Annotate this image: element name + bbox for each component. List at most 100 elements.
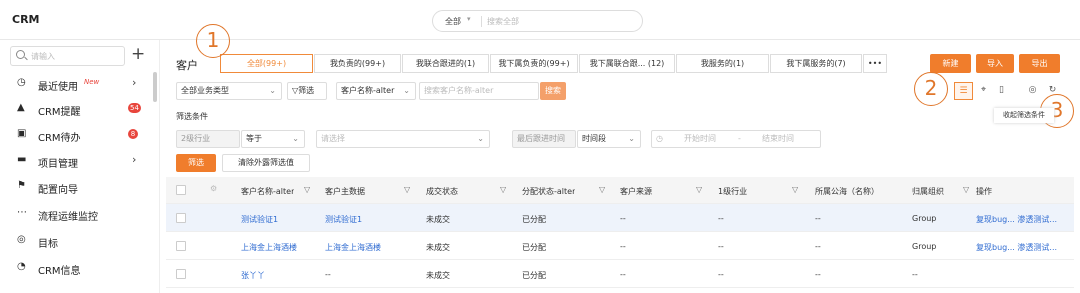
callout-1: 1 [196, 24, 230, 58]
sidebar-item-label: 流程运维监控 [38, 212, 98, 223]
tab-sub-mine[interactable]: 我下属负责的(99+) [490, 54, 578, 73]
end-date: 结束时间 [762, 134, 794, 143]
main-panel: 客户 全部(99+) 我负责的(99+) 我联合跟进的(1) 我下属负责的(99… [166, 24, 1074, 293]
table-row[interactable]: 测试验证1 测试验证1 未成交 已分配 -- -- -- Group 复现bug… [166, 204, 1074, 232]
customer-name-link[interactable]: 上海金上海酒楼 [241, 242, 297, 253]
tab-joint[interactable]: 我联合跟进的(1) [402, 54, 489, 73]
tab-all[interactable]: 全部(99+) [220, 54, 313, 73]
row-actions[interactable]: 复现bug... 渗透测试... [976, 242, 1072, 253]
sidebar-item-todo[interactable]: ▣ CRM待办 8 [0, 123, 152, 147]
book-icon[interactable]: ▯ [992, 82, 1011, 100]
filter-icon[interactable]: ▽ [500, 185, 506, 194]
chevron-down-icon: ⌄ [292, 134, 299, 143]
condition-op-1[interactable]: 等于 ⌄ [241, 130, 305, 148]
col-header[interactable]: 1级行业 [718, 186, 747, 197]
sidebar-search-input[interactable]: 请输入 [10, 46, 125, 66]
col-header[interactable]: 客户主数据 [325, 186, 365, 197]
row-checkbox[interactable] [176, 241, 186, 251]
search-button[interactable]: 搜索 [540, 82, 566, 100]
col-header[interactable]: 成交状态 [426, 186, 458, 197]
chevron-down-icon: ⌄ [477, 134, 484, 143]
sidebar-item-reminder[interactable]: ▲ CRM提醒 54 [0, 97, 152, 121]
op-value: 等于 [246, 134, 262, 143]
col-header[interactable]: 归属组织 [912, 186, 944, 197]
filter-icon[interactable]: ▽ [963, 185, 969, 194]
row-actions[interactable]: 复现bug... 渗透测试... [976, 214, 1072, 225]
app-logo: CRM [12, 13, 40, 26]
clock-icon: ◷ [17, 77, 26, 88]
chevron-down-icon: ⌄ [628, 134, 635, 143]
field-select[interactable]: 客户名称-alter ⌄ [336, 82, 416, 100]
sidebar-item-label: CRM信息 [38, 266, 81, 277]
customer-name-link[interactable]: 测试验证1 [241, 214, 278, 225]
tab-sub-joint[interactable]: 我下属联合跟... (12) [579, 54, 675, 73]
col-header[interactable]: 所属公海（名称） [815, 186, 879, 197]
sidebar-item-info[interactable]: ◔ CRM信息 [0, 256, 152, 280]
value-placeholder: 请选择 [321, 134, 345, 143]
location-icon[interactable]: ⌖ [974, 82, 993, 100]
deal-status: 未成交 [426, 271, 450, 280]
sidebar-search-placeholder: 请输入 [31, 52, 55, 61]
row-checkbox[interactable] [176, 269, 186, 279]
filter-button[interactable]: ▽筛选 [287, 82, 327, 100]
sidebar-item-project[interactable]: ▬ 项目管理 › [0, 149, 152, 173]
col-header[interactable]: 客户名称-alter [241, 186, 294, 197]
filter-icon[interactable]: ▽ [696, 185, 702, 194]
table-row[interactable]: 张丫丫 -- 未成交 已分配 -- -- -- -- [166, 260, 1074, 288]
condition-op-2[interactable]: 时间段 ⌄ [577, 130, 641, 148]
count-badge: 8 [128, 129, 138, 139]
settings-icon[interactable]: ◎ [1023, 82, 1042, 100]
global-search[interactable]: 全部 ▾ 搜索全部 [432, 10, 643, 32]
chevron-down-icon: ▾ [467, 15, 471, 23]
filter-icon[interactable]: ▽ [304, 185, 310, 194]
add-button[interactable]: + [131, 44, 145, 64]
org: Group [912, 214, 937, 223]
list-view-icon[interactable]: ☰ [954, 82, 973, 100]
tab-more[interactable]: ••• [863, 54, 887, 73]
col-header: 操作 [976, 187, 992, 196]
customer-search-input[interactable]: 搜索客户名称-alter [419, 82, 539, 100]
column-settings-icon[interactable]: ⚙ [210, 184, 217, 193]
filter-icon[interactable]: ▽ [599, 185, 605, 194]
export-button[interactable]: 导出 [1019, 54, 1060, 73]
pie-icon: ◔ [17, 261, 26, 272]
search-scope-select[interactable]: 全部 [445, 16, 461, 27]
sidebar-item-config[interactable]: ⚑ 配置向导 [0, 175, 152, 199]
sidebar-item-flow[interactable]: ⋯ 流程运维监控 [0, 202, 152, 226]
sidebar-item-label: CRM待办 [38, 133, 81, 144]
condition-field-2[interactable]: 最后跟进时间 [512, 130, 576, 148]
sidebar-item-target[interactable]: ◎ 目标 [0, 229, 152, 253]
col-header[interactable]: 客户来源 [620, 186, 652, 197]
filter-icon[interactable]: ▽ [792, 185, 798, 194]
table-row[interactable]: 上海金上海酒楼 上海金上海酒楼 未成交 已分配 -- -- -- Group 复… [166, 232, 1074, 260]
sidebar-item-recent[interactable]: ◷ 最近使用 New › [0, 72, 152, 96]
row-checkbox[interactable] [176, 213, 186, 223]
org: Group [912, 242, 937, 251]
import-button[interactable]: 导入 [976, 54, 1014, 73]
condition-value-1[interactable]: 请选择 ⌄ [316, 130, 490, 148]
filter-button-label: 筛选 [298, 86, 315, 95]
master-data-link[interactable]: 测试验证1 [325, 214, 362, 225]
clear-filter-button[interactable]: 清除外露筛选值 [222, 154, 310, 172]
col-header[interactable]: 分配状态-alter [522, 186, 575, 197]
search-placeholder: 搜索客户名称-alter [424, 86, 494, 95]
business-type-select[interactable]: 全部业务类型 ⌄ [176, 82, 282, 100]
master-data-link[interactable]: 上海金上海酒楼 [325, 242, 381, 253]
global-search-input[interactable]: 搜索全部 [487, 16, 519, 27]
tab-sub-service[interactable]: 我下属服务的(7) [770, 54, 862, 73]
select-all-checkbox[interactable] [176, 185, 186, 195]
new-button[interactable]: 新建 [930, 54, 971, 73]
date-range-picker[interactable]: ◷ 开始时间 - 结束时间 [651, 130, 821, 148]
filter-icon[interactable]: ▽ [404, 185, 410, 194]
folder-icon: ▬ [17, 154, 27, 165]
assign-status: 已分配 [522, 271, 546, 280]
count-badge: 54 [128, 103, 141, 113]
tab-service[interactable]: 我服务的(1) [676, 54, 769, 73]
condition-field-1[interactable]: 2级行业 [176, 130, 240, 148]
sidebar-scrollbar[interactable] [153, 72, 157, 102]
tab-mine[interactable]: 我负责的(99+) [314, 54, 401, 73]
customer-name-link[interactable]: 张丫丫 [241, 270, 265, 281]
apply-filter-button[interactable]: 筛选 [176, 154, 216, 172]
collapse-filter-tooltip[interactable]: 收起筛选条件 [994, 108, 1054, 123]
assign-status: 已分配 [522, 243, 546, 252]
